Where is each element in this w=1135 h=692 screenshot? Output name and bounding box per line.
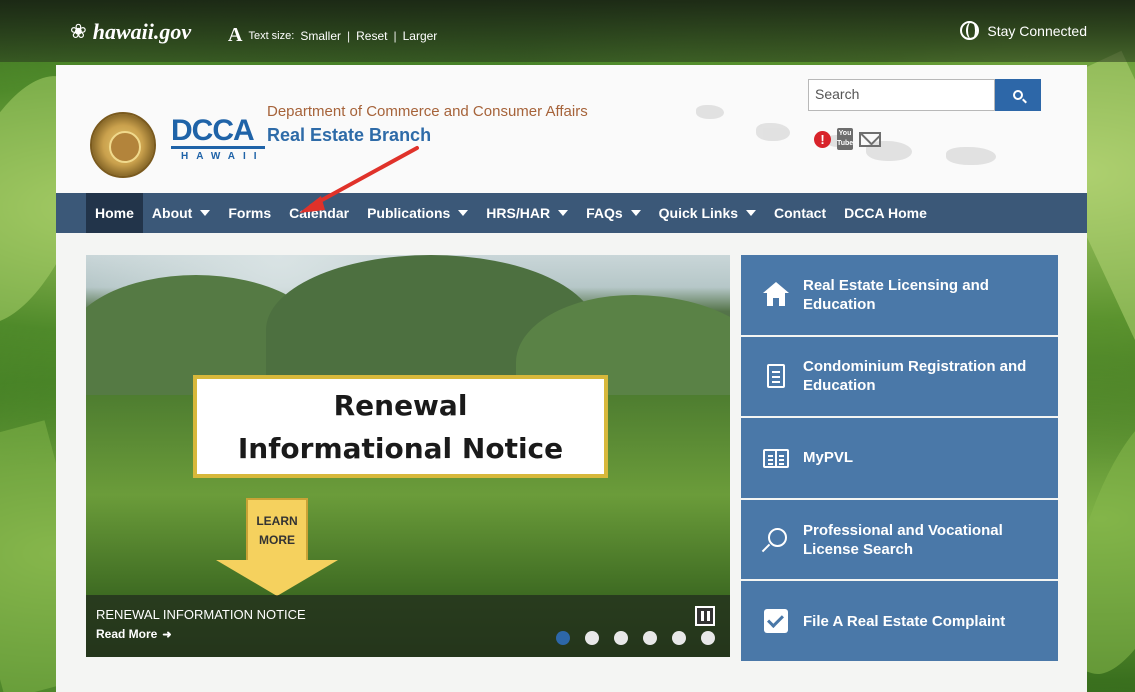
nav-quick-links[interactable]: Quick Links <box>650 193 765 233</box>
nav-quick-links-label: Quick Links <box>658 205 739 221</box>
pause-button[interactable] <box>695 606 715 626</box>
state-seal-logo[interactable] <box>90 112 156 178</box>
nav-contact[interactable]: Contact <box>765 193 835 233</box>
sign-in-arrow-icon: ➜ <box>162 628 172 641</box>
hero-carousel[interactable]: Renewal Informational Notice LEARN MORE … <box>86 255 730 657</box>
nav-faqs[interactable]: FAQs <box>577 193 650 233</box>
alert-icon[interactable]: ! <box>814 130 831 148</box>
search-button[interactable] <box>995 79 1041 111</box>
learn-more-line-2: MORE <box>259 533 295 547</box>
nav-publications-label: Publications <box>367 205 451 221</box>
carousel-dot[interactable] <box>585 631 599 645</box>
renewal-notice-banner[interactable]: Renewal Informational Notice <box>193 375 608 478</box>
flower-icon: ❀ <box>70 21 87 43</box>
nav-about[interactable]: About <box>143 193 219 233</box>
learn-more-shaft: LEARN MORE <box>246 498 308 562</box>
carousel-dot[interactable] <box>556 631 570 645</box>
main-panel: DCCA HAWAII Department of Commerce and C… <box>56 65 1087 692</box>
pause-icon <box>700 611 704 621</box>
branch-name[interactable]: Real Estate Branch <box>267 125 431 146</box>
checkbox-icon <box>763 608 789 634</box>
nav-calendar[interactable]: Calendar <box>280 193 358 233</box>
youtube-label-bottom: Tube <box>837 140 854 147</box>
caret-down-icon <box>458 210 469 216</box>
dcca-logo-text: DCCA <box>171 116 265 149</box>
quick-link-label: Real Estate Licensing and Education <box>803 276 989 313</box>
hawaii-gov-logo-text: hawaii.gov <box>92 19 192 44</box>
caret-down-icon <box>200 210 211 216</box>
quick-link-label: Condominium Registration and Education <box>803 358 1027 395</box>
text-size-separator: | <box>347 28 351 43</box>
carousel-dot[interactable] <box>672 631 686 645</box>
carousel-dots <box>556 631 715 645</box>
book-icon <box>763 445 789 471</box>
nav-dcca-home-label: DCCA Home <box>844 205 927 221</box>
nav-dcca-home[interactable]: DCCA Home <box>835 193 936 233</box>
dcca-logo-subtext: HAWAII <box>181 151 265 162</box>
search-form: Search <box>808 79 1041 111</box>
main-nav: Home About Forms Calendar Publications H… <box>56 193 1087 233</box>
dcca-logo[interactable]: DCCA HAWAII <box>171 116 265 162</box>
quick-link-label: Professional and Vocational License Sear… <box>803 521 1003 558</box>
quick-link-label: MyPVL <box>803 449 854 467</box>
read-more-link[interactable]: Read More ➜ <box>96 627 172 641</box>
carousel-dot[interactable] <box>643 631 657 645</box>
globe-icon <box>960 21 980 40</box>
stay-connected-link[interactable]: Stay Connected <box>960 21 1087 40</box>
department-name[interactable]: Department of Commerce and Consumer Affa… <box>267 103 588 120</box>
stay-connected-label: Stay Connected <box>987 22 1087 39</box>
document-icon <box>763 363 789 389</box>
text-size-separator: | <box>393 28 397 43</box>
notice-line-1: Renewal <box>333 388 468 422</box>
notice-line-2: Informational Notice <box>237 431 564 465</box>
text-size-icon: A <box>228 24 243 46</box>
text-size-reset-link[interactable]: Reset <box>356 29 387 43</box>
quick-link-complaint[interactable]: File A Real Estate Complaint <box>741 581 1058 661</box>
nav-forms-label: Forms <box>228 205 272 221</box>
youtube-icon[interactable]: You Tube <box>837 128 853 150</box>
search-icon <box>763 527 789 553</box>
carousel-dot[interactable] <box>614 631 628 645</box>
search-icon <box>1013 90 1023 100</box>
nav-hrs-har-label: HRS/HAR <box>486 205 551 221</box>
text-size-smaller-link[interactable]: Smaller <box>300 29 341 43</box>
quick-link-licensing[interactable]: Real Estate Licensing and Education <box>741 255 1058 335</box>
carousel-caption: RENEWAL INFORMATION NOTICE Read More ➜ <box>86 595 730 657</box>
house-icon <box>763 281 789 308</box>
text-size-controls: A Text size: Smaller | Reset | Larger <box>228 24 437 47</box>
nav-about-label: About <box>151 205 193 221</box>
nav-forms[interactable]: Forms <box>219 193 280 233</box>
nav-home[interactable]: Home <box>86 193 143 233</box>
learn-more-arrow[interactable]: LEARN MORE <box>216 498 338 598</box>
utility-bar: ❀ hawaii.gov A Text size: Smaller | Rese… <box>0 0 1135 62</box>
caption-title: RENEWAL INFORMATION NOTICE <box>96 607 306 622</box>
quick-link-condominium[interactable]: Condominium Registration and Education <box>741 336 1058 417</box>
nav-publications[interactable]: Publications <box>358 193 477 233</box>
site-header: DCCA HAWAII Department of Commerce and C… <box>56 65 1087 193</box>
carousel-dot[interactable] <box>701 631 715 645</box>
youtube-label-top: You <box>838 130 852 137</box>
quick-link-label: File A Real Estate Complaint <box>803 612 1006 630</box>
pause-icon <box>706 611 710 621</box>
caret-down-icon <box>630 210 641 216</box>
learn-more-line-1: LEARN <box>256 514 298 528</box>
nav-contact-label: Contact <box>774 205 827 221</box>
text-size-larger-link[interactable]: Larger <box>403 29 438 43</box>
quick-link-mypvl[interactable]: MyPVL <box>741 418 1058 498</box>
read-more-label: Read More <box>96 627 158 641</box>
nav-hrs-har[interactable]: HRS/HAR <box>477 193 577 233</box>
hawaii-gov-logo[interactable]: ❀ hawaii.gov <box>70 19 191 45</box>
mail-icon[interactable] <box>859 131 881 147</box>
quick-links-panel: Real Estate Licensing and Education Cond… <box>741 255 1058 661</box>
caret-down-icon <box>558 210 569 216</box>
caret-down-icon <box>746 210 757 216</box>
social-links: ! You Tube <box>814 128 881 150</box>
nav-faqs-label: FAQs <box>586 205 623 221</box>
nav-calendar-label: Calendar <box>289 205 350 221</box>
quick-link-license-search[interactable]: Professional and Vocational License Sear… <box>741 499 1058 580</box>
text-size-label: Text size: <box>248 29 295 42</box>
arrow-down-icon <box>216 560 338 596</box>
search-input[interactable]: Search <box>808 79 995 111</box>
nav-home-label: Home <box>95 205 134 221</box>
